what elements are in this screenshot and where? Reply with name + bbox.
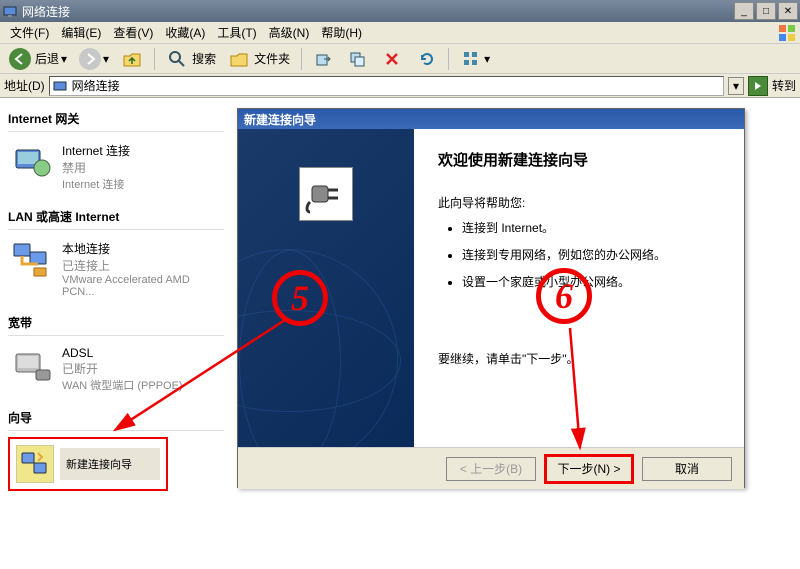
- bullet-item: 设置一个家庭或小型办公网络。: [462, 273, 720, 290]
- item-new-connection-wizard[interactable]: 新建连接向导: [8, 437, 168, 491]
- item-adsl[interactable]: ADSL 已断开 WAN 微型端口 (PPPOE): [8, 342, 224, 397]
- menu-edit[interactable]: 编辑(E): [55, 22, 107, 43]
- close-button[interactable]: ✕: [778, 2, 798, 20]
- bullet-item: 连接到 Internet。: [462, 219, 720, 236]
- menu-favorites[interactable]: 收藏(A): [159, 22, 211, 43]
- dialog-title: 新建连接向导: [238, 109, 744, 129]
- copy-to-button[interactable]: [342, 45, 374, 73]
- minimize-button[interactable]: _: [734, 2, 754, 20]
- toolbar: 后退 ▾ ▾ 搜索 文件夹 ▾: [0, 44, 800, 74]
- address-value: 网络连接: [72, 77, 120, 94]
- dropdown-icon: ▾: [484, 52, 490, 66]
- folders-label: 文件夹: [254, 50, 290, 67]
- search-button[interactable]: 搜索: [161, 45, 221, 73]
- back-button: < 上一步(B): [446, 457, 536, 481]
- connections-list: Internet 网关 Internet 连接 禁用 Internet 连接 L…: [0, 98, 232, 569]
- item-local-connection[interactable]: 本地连接 已连接上 VMware Accelerated AMD PCN...: [8, 236, 224, 302]
- windows-logo-icon: [778, 24, 796, 42]
- dialog-heading: 欢迎使用新建连接向导: [438, 149, 720, 170]
- back-icon: [9, 48, 31, 70]
- right-pane: 新建连接向导 欢迎使用新建连接向导 此向导将帮助您: 连接到 Internet。…: [232, 98, 800, 569]
- folder-up-icon: [121, 48, 143, 70]
- menu-view[interactable]: 查看(V): [107, 22, 159, 43]
- connection-detail: VMware Accelerated AMD PCN...: [62, 274, 222, 298]
- move-to-button[interactable]: [308, 45, 340, 73]
- dropdown-icon: ▾: [61, 52, 67, 66]
- connection-name: 本地连接: [62, 240, 222, 257]
- address-dropdown[interactable]: ▾: [728, 77, 744, 95]
- address-input[interactable]: 网络连接: [49, 76, 724, 96]
- connection-name: ADSL: [62, 346, 183, 360]
- menu-help[interactable]: 帮助(H): [315, 22, 368, 43]
- maximize-button[interactable]: □: [756, 2, 776, 20]
- connection-detail: WAN 微型端口 (PPPOE): [62, 377, 183, 393]
- up-button[interactable]: [116, 45, 148, 73]
- section-internet-gateway: Internet 网关: [8, 106, 224, 132]
- cancel-button[interactable]: 取消: [642, 457, 732, 481]
- delete-button[interactable]: [376, 45, 408, 73]
- undo-button[interactable]: [410, 45, 442, 73]
- new-connection-wizard-dialog: 新建连接向导 欢迎使用新建连接向导 此向导将帮助您: 连接到 Internet。…: [237, 108, 745, 488]
- connection-name: Internet 连接: [62, 142, 130, 159]
- window-title: 网络连接: [22, 3, 734, 20]
- search-label: 搜索: [192, 50, 216, 67]
- dialog-continue-text: 要继续，请单击"下一步"。: [438, 350, 720, 367]
- item-internet-connection[interactable]: Internet 连接 禁用 Internet 连接: [8, 138, 224, 196]
- section-lan: LAN 或高速 Internet: [8, 204, 224, 230]
- next-button[interactable]: 下一步(N) >: [544, 454, 634, 484]
- undo-icon: [415, 48, 437, 70]
- menu-file[interactable]: 文件(F): [4, 22, 55, 43]
- copy-to-icon: [347, 48, 369, 70]
- menu-bar: 文件(F) 编辑(E) 查看(V) 收藏(A) 工具(T) 高级(N) 帮助(H…: [0, 22, 800, 44]
- views-button[interactable]: ▾: [455, 45, 495, 73]
- move-to-icon: [313, 48, 335, 70]
- menu-tools[interactable]: 工具(T): [211, 22, 262, 43]
- app-icon: [2, 3, 18, 19]
- section-broadband: 宽带: [8, 310, 224, 336]
- wizard-label: 新建连接向导: [60, 448, 160, 480]
- forward-button[interactable]: ▾: [74, 45, 114, 73]
- network-connections-icon: [52, 78, 68, 94]
- folders-icon: [228, 48, 250, 70]
- dialog-sidebar: [238, 129, 414, 447]
- connection-detail: Internet 连接: [62, 176, 130, 192]
- bullet-item: 连接到专用网络，例如您的办公网络。: [462, 246, 720, 263]
- views-icon: [460, 48, 482, 70]
- network-plug-icon: [299, 167, 353, 221]
- go-button[interactable]: [748, 76, 768, 96]
- folders-button[interactable]: 文件夹: [223, 45, 295, 73]
- search-icon: [166, 48, 188, 70]
- dropdown-icon: ▾: [103, 52, 109, 66]
- back-button[interactable]: 后退 ▾: [4, 45, 72, 73]
- wizard-icon: [16, 445, 54, 483]
- go-label: 转到: [772, 77, 796, 94]
- window-titlebar: 网络连接 _ □ ✕: [0, 0, 800, 22]
- connection-status: 已断开: [62, 360, 183, 377]
- delete-icon: [381, 48, 403, 70]
- local-connection-icon: [10, 240, 54, 280]
- back-label: 后退: [35, 50, 59, 67]
- section-wizard: 向导: [8, 405, 224, 431]
- adsl-icon: [10, 346, 54, 386]
- address-label: 地址(D): [4, 77, 45, 94]
- dialog-button-bar: < 上一步(B) 下一步(N) > 取消: [238, 447, 744, 489]
- dialog-content: 欢迎使用新建连接向导 此向导将帮助您: 连接到 Internet。 连接到专用网…: [414, 129, 744, 447]
- dialog-intro: 此向导将帮助您:: [438, 194, 720, 211]
- forward-icon: [79, 48, 101, 70]
- menu-advanced[interactable]: 高级(N): [263, 22, 316, 43]
- connection-status: 已连接上: [62, 257, 222, 274]
- address-bar: 地址(D) 网络连接 ▾ 转到: [0, 74, 800, 98]
- connection-status: 禁用: [62, 159, 130, 176]
- internet-connection-icon: [10, 142, 54, 182]
